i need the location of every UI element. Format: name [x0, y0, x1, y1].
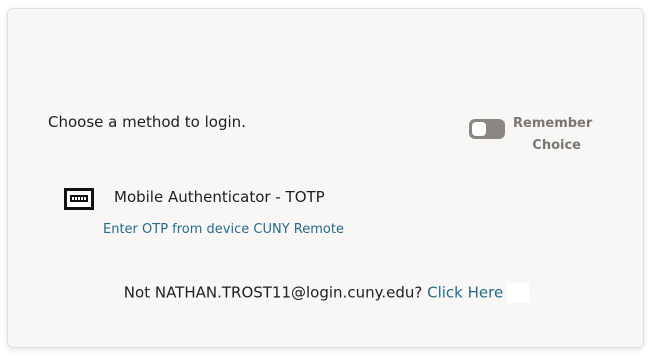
- remember-choice-toggle[interactable]: [469, 119, 505, 139]
- login-card: Choose a method to login. Remember Choic…: [7, 8, 644, 348]
- click-here-link[interactable]: Click Here: [427, 284, 503, 302]
- remember-label-line2: Choice: [532, 138, 581, 153]
- blank-box: [507, 283, 530, 303]
- remember-label-line1: Remember: [513, 116, 593, 131]
- remember-choice-label: Remember Choice: [513, 113, 593, 157]
- remember-choice: Remember Choice: [469, 113, 593, 157]
- method-mobile-authenticator[interactable]: Mobile Authenticator - TOTP Enter OTP fr…: [64, 179, 424, 243]
- toggle-knob: [472, 122, 486, 136]
- method-title: Mobile Authenticator - TOTP: [114, 188, 325, 206]
- method-description: Enter OTP from device CUNY Remote: [103, 222, 344, 237]
- choose-method-text: Choose a method to login.: [48, 113, 246, 131]
- otp-device-icon: [64, 188, 94, 210]
- not-user-text: Not NATHAN.TROST11@login.cuny.edu?: [123, 283, 423, 302]
- not-user-row: Not NATHAN.TROST11@login.cuny.edu? Click…: [8, 283, 645, 303]
